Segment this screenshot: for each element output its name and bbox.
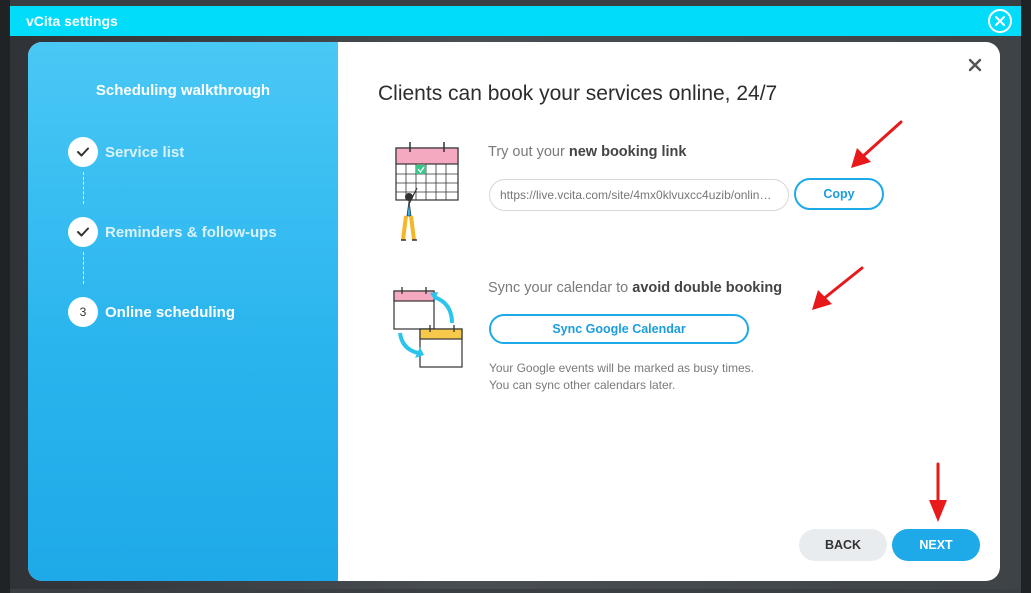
step-label: Reminders & follow-ups [105,223,277,241]
booking-link-caption: Try out your new booking link [488,144,686,160]
walkthrough-dialog: Scheduling walkthrough Service list Remi… [28,42,1000,581]
sync-hint-line-1: Your Google events will be marked as bus… [489,361,755,375]
page-title: Clients can book your services online, 2… [378,82,778,105]
checkmark-icon [77,147,89,157]
step-label: Service list [105,143,185,161]
annotation-arrow-sync [812,266,864,310]
step-number-marker: 3 [68,297,98,327]
caption-emphasis: avoid double booking [632,280,783,296]
window-title: vCita settings [26,13,118,29]
step-online-scheduling[interactable]: 3 Online scheduling [68,297,235,327]
next-button[interactable]: NEXT [892,529,980,561]
screen-edge-right [1021,0,1031,593]
screen-edge-left [0,0,10,593]
close-circle-icon [995,16,1005,26]
caption-text: Sync your calendar to [488,280,633,296]
step-label: Online scheduling [105,303,236,321]
calendar-sync-illustration [393,287,463,368]
step-connector [83,252,84,284]
settings-title-bar: vCita settings [10,6,1021,36]
sync-google-calendar-button[interactable]: Sync Google Calendar [489,314,749,344]
back-button[interactable]: BACK [799,529,887,561]
checkmark-icon [77,227,89,237]
step-connector [83,172,84,204]
annotation-arrow-next [929,462,947,522]
calendar-booking-illustration [395,142,459,241]
caption-emphasis: new booking link [568,144,687,160]
booking-link-field[interactable] [489,179,789,211]
sync-calendar-caption: Sync your calendar to avoid double booki… [488,280,782,296]
step-done-marker [68,137,98,167]
walkthrough-sidebar: Scheduling walkthrough Service list Remi… [28,42,338,581]
sync-hint-line-2: You can sync other calendars later. [489,378,676,392]
sidebar-title: Scheduling walkthrough [95,82,271,99]
step-reminders[interactable]: Reminders & follow-ups [68,217,277,247]
copy-button[interactable]: Copy [794,178,884,210]
dialog-close-button[interactable] [964,54,986,76]
close-icon [968,58,982,72]
step-done-marker [68,217,98,247]
window-close-button[interactable] [988,9,1012,33]
step-service-list[interactable]: Service list [68,137,184,167]
annotation-arrow-copy [851,120,903,168]
caption-text: Try out your [488,144,569,160]
